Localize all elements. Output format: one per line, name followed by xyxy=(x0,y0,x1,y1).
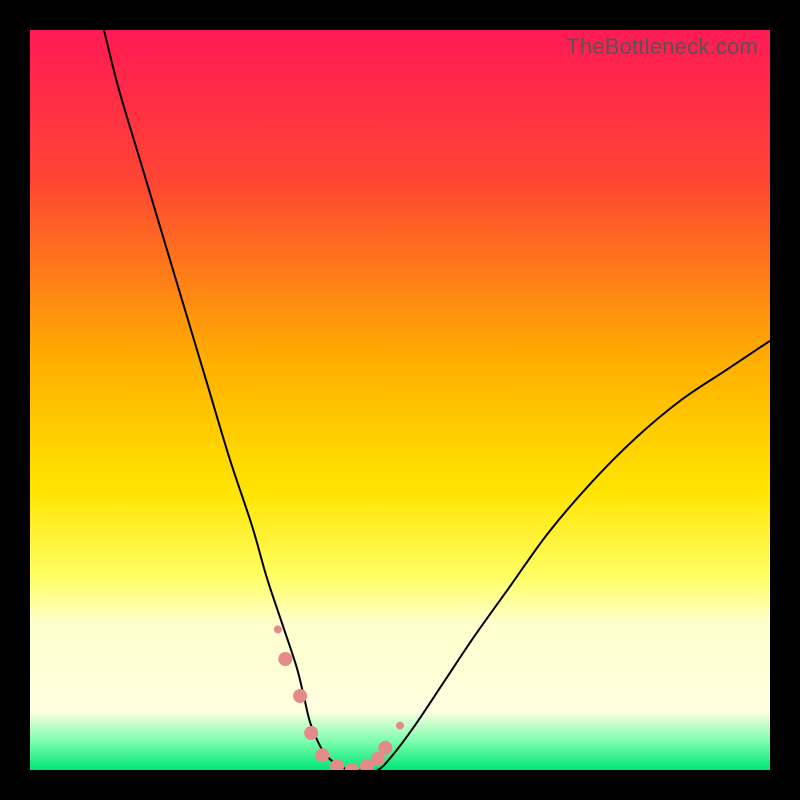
marker-point xyxy=(304,726,318,740)
bottleneck-curve xyxy=(104,30,770,770)
curve-layer xyxy=(30,30,770,770)
marker-point xyxy=(278,652,292,666)
marker-point xyxy=(293,689,307,703)
marker-point xyxy=(345,763,359,770)
marker-point xyxy=(378,741,392,755)
marker-point xyxy=(315,748,329,762)
plot-area: TheBottleneck.com xyxy=(30,30,770,770)
marker-point xyxy=(274,625,282,633)
curve-markers xyxy=(274,625,404,770)
marker-point xyxy=(396,722,404,730)
watermark-text: TheBottleneck.com xyxy=(566,34,758,60)
chart-container: TheBottleneck.com xyxy=(0,0,800,800)
